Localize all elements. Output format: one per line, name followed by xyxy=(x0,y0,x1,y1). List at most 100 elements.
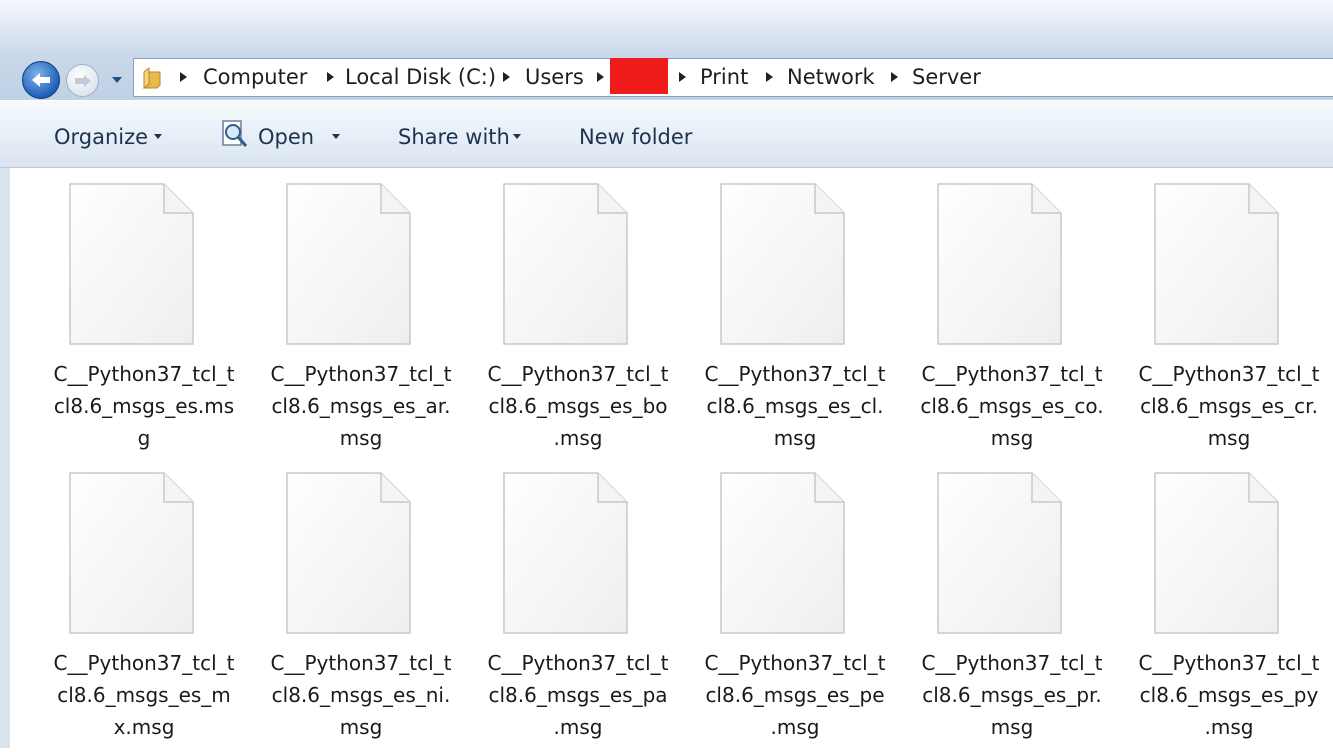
breadcrumb-separator[interactable] xyxy=(766,72,773,82)
breadcrumb-separator[interactable] xyxy=(327,72,334,82)
file-name-line: msg xyxy=(990,715,1034,739)
file-name: C__Python37_tcl_t cl8.6_msgs_es_pe .msg xyxy=(695,647,895,743)
file-name-line: cl8.6_msgs_es_pe xyxy=(705,683,885,707)
file-name-line: C__Python37_tcl_t xyxy=(53,651,235,675)
file-item[interactable]: C__Python37_tcl_t cl8.6_msgs_es_pr.msg xyxy=(912,462,1112,752)
file-name: C__Python37_tcl_t cl8.6_msgs_es_co.msg xyxy=(912,358,1112,454)
breadcrumb-local-disk[interactable]: Local Disk (C:) xyxy=(345,63,496,91)
file-name-line: cl8.6_msgs_es_bo xyxy=(488,394,668,418)
file-name-line: C__Python37_tcl_t xyxy=(704,362,886,386)
breadcrumb-network[interactable]: Network xyxy=(787,63,875,91)
file-item[interactable]: C__Python37_tcl_t cl8.6_msgs_es_m x.msg xyxy=(44,462,244,752)
file-item[interactable]: C__Python37_tcl_t cl8.6_msgs_es_co.msg xyxy=(912,173,1112,463)
document-page-icon xyxy=(720,472,845,634)
document-page-icon xyxy=(937,472,1062,634)
document-page-icon xyxy=(69,183,194,345)
breadcrumb-users[interactable]: Users xyxy=(525,63,584,91)
breadcrumb-print[interactable]: Print xyxy=(700,63,748,91)
file-name: C__Python37_tcl_t cl8.6_msgs_es_cr.msg xyxy=(1129,358,1329,454)
back-arrow-icon xyxy=(32,73,50,87)
file-name-line: C__Python37_tcl_t xyxy=(270,362,452,386)
file-name-line: cl8.6_msgs_es_cl. xyxy=(706,394,884,418)
file-name-line: C__Python37_tcl_t xyxy=(921,651,1103,675)
file-name-line: C__Python37_tcl_t xyxy=(921,362,1103,386)
forward-arrow-icon xyxy=(74,74,91,87)
file-name-line: C__Python37_tcl_t xyxy=(704,651,886,675)
file-name-line: cl8.6_msgs_es.ms xyxy=(53,394,235,418)
file-name-line: cl8.6_msgs_es_pr. xyxy=(922,683,1102,707)
file-name-line: x.msg xyxy=(113,715,175,739)
breadcrumb-server[interactable]: Server xyxy=(912,63,981,91)
file-item[interactable]: C__Python37_tcl_t cl8.6_msgs_es_cl.msg xyxy=(695,173,895,463)
back-button[interactable] xyxy=(22,61,60,99)
file-name: C__Python37_tcl_t cl8.6_msgs_es_pa .msg xyxy=(478,647,678,743)
navigation-pane-edge xyxy=(0,168,10,748)
forward-button[interactable] xyxy=(66,64,99,97)
file-name-line: C__Python37_tcl_t xyxy=(1138,651,1320,675)
file-name: C__Python37_tcl_t cl8.6_msgs_es_pr.msg xyxy=(912,647,1112,743)
open-dropdown-caret[interactable] xyxy=(332,134,340,139)
file-name-line: cl8.6_msgs_es_py xyxy=(1139,683,1319,707)
file-name-line: C__Python37_tcl_t xyxy=(1138,362,1320,386)
breadcrumb-computer[interactable]: Computer xyxy=(203,63,307,91)
file-name-line: msg xyxy=(990,426,1034,450)
new-folder-button[interactable]: New folder xyxy=(579,122,692,152)
file-item[interactable]: C__Python37_tcl_t cl8.6_msgs_es_pe .msg xyxy=(695,462,895,752)
file-name-line: cl8.6_msgs_es_cr. xyxy=(1140,394,1318,418)
window-title-strip xyxy=(0,0,1333,56)
breadcrumb-separator[interactable] xyxy=(891,72,898,82)
folder-icon xyxy=(143,66,161,90)
file-name-line: C__Python37_tcl_t xyxy=(53,362,235,386)
file-name-line: C__Python37_tcl_t xyxy=(487,651,669,675)
file-name-line: cl8.6_msgs_es_co. xyxy=(920,394,1104,418)
file-name: C__Python37_tcl_t cl8.6_msgs_es_ni.msg xyxy=(261,647,461,743)
file-item[interactable]: C__Python37_tcl_t cl8.6_msgs_es_ni.msg xyxy=(261,462,461,752)
file-name-line: cl8.6_msgs_es_m xyxy=(57,683,231,707)
document-page-icon xyxy=(1154,472,1279,634)
file-item[interactable]: C__Python37_tcl_t cl8.6_msgs_es_pa .msg xyxy=(478,462,678,752)
breadcrumb-separator[interactable] xyxy=(679,72,686,82)
file-name: C__Python37_tcl_t cl8.6_msgs_es_bo .msg xyxy=(478,358,678,454)
document-page-icon xyxy=(286,183,411,345)
file-name: C__Python37_tcl_t cl8.6_msgs_es_cl.msg xyxy=(695,358,895,454)
recent-pages-button[interactable] xyxy=(110,73,124,87)
file-name-line: C__Python37_tcl_t xyxy=(270,651,452,675)
breadcrumb-separator[interactable] xyxy=(180,72,187,82)
file-name-line: .msg xyxy=(553,426,603,450)
file-item[interactable]: C__Python37_tcl_t cl8.6_msgs_es_bo .msg xyxy=(478,173,678,463)
file-name: C__Python37_tcl_t cl8.6_msgs_es_ar.msg xyxy=(261,358,461,454)
file-name-line: msg xyxy=(1207,426,1251,450)
file-name-line: .msg xyxy=(553,715,603,739)
file-name-line: C__Python37_tcl_t xyxy=(487,362,669,386)
document-page-icon xyxy=(503,183,628,345)
file-item[interactable]: C__Python37_tcl_t cl8.6_msgs_es_ar.msg xyxy=(261,173,461,463)
file-name-line: g xyxy=(137,426,151,450)
share-with-button[interactable]: Share with xyxy=(398,122,510,152)
file-name: C__Python37_tcl_t cl8.6_msgs_es_m x.msg xyxy=(44,647,244,743)
file-name-line: msg xyxy=(339,715,383,739)
file-name-line: cl8.6_msgs_es_ar. xyxy=(271,394,451,418)
document-page-icon xyxy=(937,183,1062,345)
file-name-line: msg xyxy=(339,426,383,450)
breadcrumb-separator[interactable] xyxy=(597,72,604,82)
chevron-down-icon xyxy=(112,77,122,83)
document-page-icon xyxy=(1154,183,1279,345)
breadcrumb-separator[interactable] xyxy=(503,72,510,82)
document-page-icon xyxy=(720,183,845,345)
organize-button[interactable]: Organize xyxy=(54,122,148,152)
file-item[interactable]: C__Python37_tcl_t cl8.6_msgs_es.msg xyxy=(44,173,244,463)
file-name-line: msg xyxy=(773,426,817,450)
document-page-icon xyxy=(69,472,194,634)
file-name: C__Python37_tcl_t cl8.6_msgs_es.msg xyxy=(44,358,244,454)
open-button[interactable]: Open xyxy=(258,122,314,152)
file-name-line: .msg xyxy=(770,715,820,739)
file-name-line: .msg xyxy=(1204,715,1254,739)
open-icon xyxy=(222,120,248,147)
document-page-icon xyxy=(503,472,628,634)
file-name-line: cl8.6_msgs_es_pa xyxy=(488,683,668,707)
share-dropdown-caret[interactable] xyxy=(513,134,521,139)
organize-dropdown-caret[interactable] xyxy=(154,134,162,139)
file-item[interactable]: C__Python37_tcl_t cl8.6_msgs_es_py .msg xyxy=(1129,462,1329,752)
file-name-line: cl8.6_msgs_es_ni. xyxy=(271,683,451,707)
file-item[interactable]: C__Python37_tcl_t cl8.6_msgs_es_cr.msg xyxy=(1129,173,1329,463)
